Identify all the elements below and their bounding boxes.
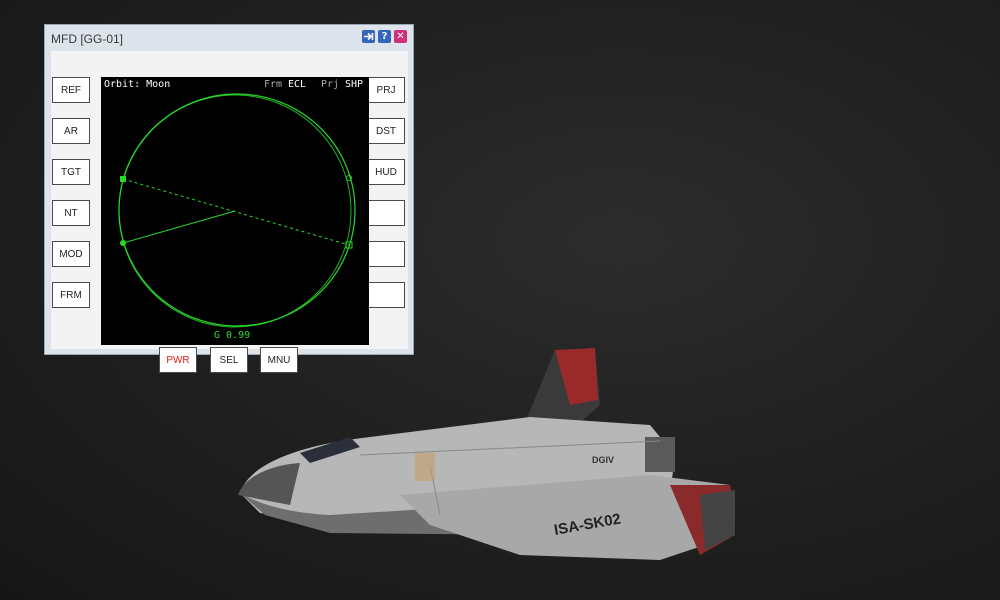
mod-button[interactable]: MOD — [52, 241, 90, 267]
ship-model-label: DGIV — [592, 455, 614, 465]
orbit-plot — [118, 93, 356, 328]
window-title: MFD [GG-01] — [51, 32, 124, 46]
pin-icon[interactable] — [362, 30, 375, 43]
right-button-6[interactable] — [367, 282, 405, 308]
spacecraft-image: DGIV ISA-SK02 — [238, 348, 735, 560]
hud-button[interactable]: HUD — [367, 159, 405, 185]
close-icon[interactable]: ✕ — [394, 30, 407, 43]
title-bar[interactable]: MFD [GG-01] ? ✕ — [45, 25, 413, 51]
pwr-button[interactable]: PWR — [159, 347, 197, 373]
hatch-panel — [415, 453, 435, 481]
dst-button[interactable]: DST — [367, 118, 405, 144]
right-button-5[interactable] — [367, 241, 405, 267]
help-icon[interactable]: ? — [378, 30, 391, 43]
ascending-node-marker — [120, 176, 126, 182]
g-readout: G 0.99 — [214, 330, 251, 341]
nt-button[interactable]: NT — [52, 200, 90, 226]
engine-pod — [645, 437, 675, 472]
ref-button[interactable]: REF — [52, 77, 90, 103]
tgt-button[interactable]: TGT — [52, 159, 90, 185]
ship-position-marker — [120, 240, 126, 246]
mfd-panel: REF AR TGT NT MOD FRM PRJ DST HUD PWR SE… — [51, 51, 408, 373]
mfd-window[interactable]: MFD [GG-01] ? ✕ REF AR TGT NT MOD FRM PR… — [44, 24, 414, 373]
right-button-4[interactable] — [367, 200, 405, 226]
mfd-display: Orbit: Moon Frm ECL Prj SHP G 0.99 — [101, 77, 369, 345]
radius-vector — [122, 210, 236, 244]
orbit-ellipse — [118, 93, 356, 327]
ar-button[interactable]: AR — [52, 118, 90, 144]
frm-button[interactable]: FRM — [52, 282, 90, 308]
prj-button[interactable]: PRJ — [367, 77, 405, 103]
nodal-line — [122, 178, 350, 246]
wingtip-fin — [700, 490, 735, 550]
